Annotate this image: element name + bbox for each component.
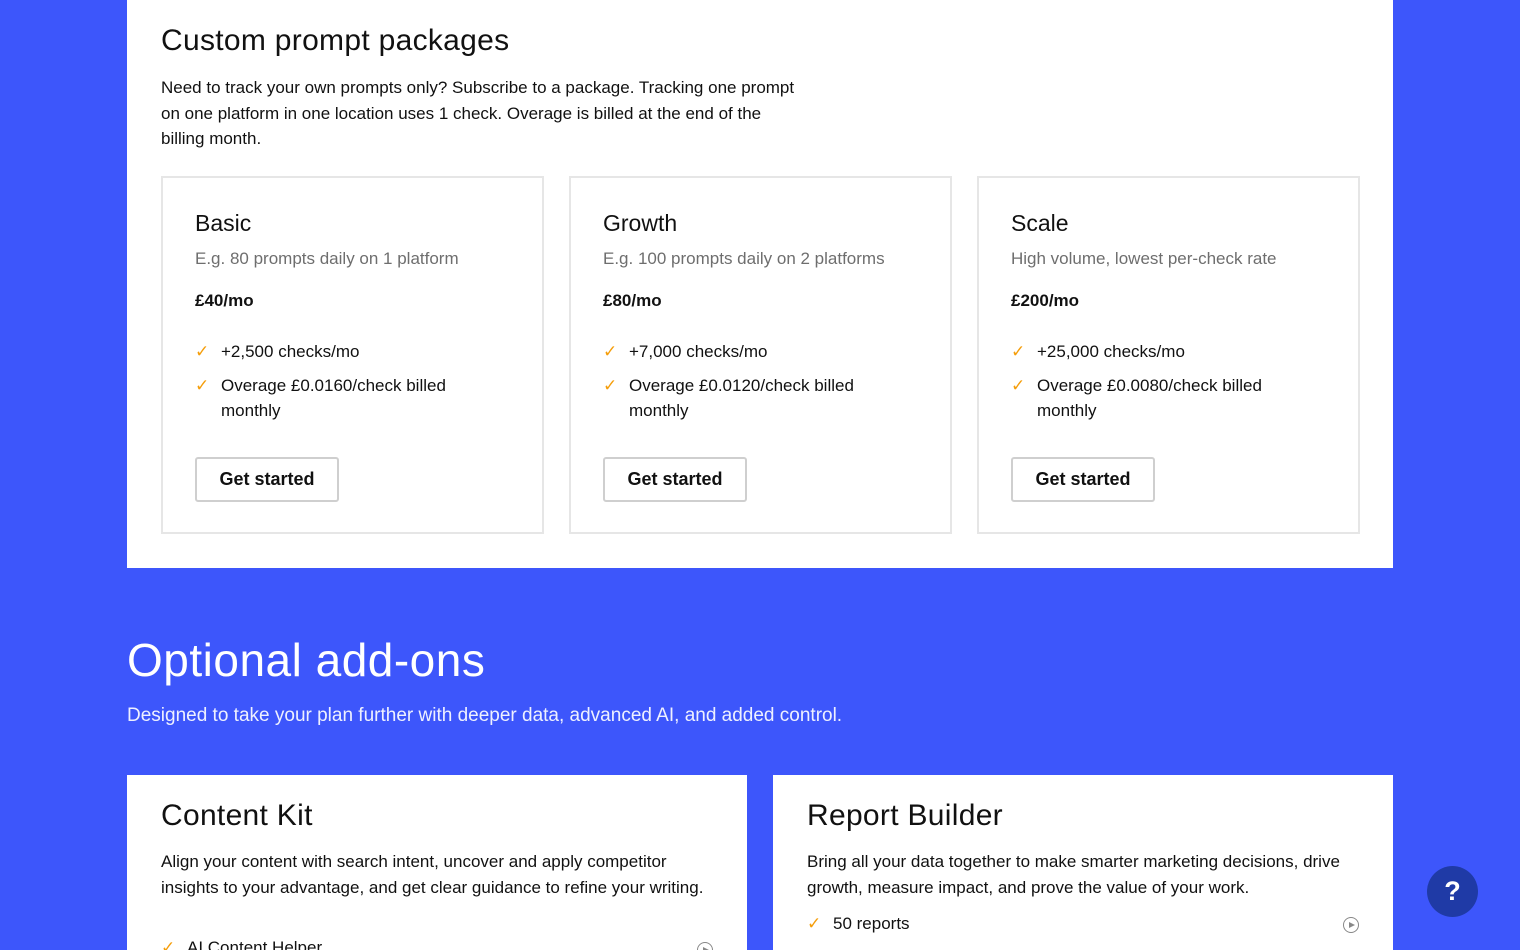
plan-features: ✓ +25,000 checks/mo ✓ Overage £0.0080/chec… (1011, 339, 1311, 432)
check-icon: ✓ (603, 342, 618, 361)
check-icon: ✓ (807, 914, 822, 933)
check-icon: ✓ (1011, 375, 1026, 395)
addons-title: Optional add-ons (127, 634, 486, 686)
play-circle-icon[interactable] (1343, 917, 1359, 933)
plan-name: Growth (603, 210, 678, 236)
get-started-button-growth[interactable]: Get started (603, 457, 747, 502)
addon-name: Content Kit (161, 799, 313, 832)
plan-feature: ✓ Overage £0.0120/check billed monthly (603, 373, 903, 424)
plan-price: £200/mo (1011, 291, 1080, 310)
plan-price: £80/mo (603, 291, 662, 310)
packages-description: Need to track your own prompts only? Sub… (161, 78, 795, 148)
plan-feature-text: Overage £0.0160/check billed monthly (221, 375, 446, 421)
plan-feature: ✓ +25,000 checks/mo (1011, 339, 1311, 365)
plan-name: Basic (195, 210, 252, 236)
plan-feature: ✓ +7,000 checks/mo (603, 339, 903, 365)
help-button[interactable]: ? (1427, 866, 1478, 917)
addon-feature: ✓ AI Content Helper (161, 938, 322, 950)
plan-features: ✓ +2,500 checks/mo ✓ Overage £0.0160/check… (195, 339, 495, 432)
addons-description: Designed to take your plan further with … (127, 705, 843, 726)
packages-panel: Custom prompt packages Need to track you… (127, 0, 1393, 568)
plan-subtitle: High volume, lowest per-check rate (1011, 249, 1277, 268)
addon-card-content-kit: Content Kit Align your content with sear… (127, 775, 747, 950)
plan-subtitle: E.g. 80 prompts daily on 1 platform (195, 249, 459, 268)
plan-feature-text: +7,000 checks/mo (629, 342, 768, 361)
addon-feature-text: AI Content Helper (187, 938, 323, 950)
plan-feature: ✓ Overage £0.0160/check billed monthly (195, 373, 495, 424)
plan-price: £40/mo (195, 291, 254, 310)
plan-feature-text: +2,500 checks/mo (221, 342, 360, 361)
plan-subtitle: E.g. 100 prompts daily on 2 platforms (603, 249, 885, 268)
plan-card-basic: Basic E.g. 80 prompts daily on 1 platfor… (161, 176, 544, 534)
plan-feature-text: +25,000 checks/mo (1037, 342, 1185, 361)
packages-title: Custom prompt packages (161, 24, 510, 57)
addon-description: Bring all your data together to make sma… (807, 852, 1340, 897)
plan-card-growth: Growth E.g. 100 prompts daily on 2 platf… (569, 176, 952, 534)
plan-feature-text: Overage £0.0120/check billed monthly (629, 375, 854, 421)
addon-name: Report Builder (807, 799, 1003, 832)
plan-card-scale: Scale High volume, lowest per-check rate… (977, 176, 1360, 534)
check-icon: ✓ (1011, 342, 1026, 361)
get-started-button-scale[interactable]: Get started (1011, 457, 1155, 502)
addon-description: Align your content with search intent, u… (161, 852, 704, 897)
play-circle-icon[interactable] (697, 942, 713, 950)
plan-feature: ✓ Overage £0.0080/check billed monthly (1011, 373, 1311, 424)
plan-features: ✓ +7,000 checks/mo ✓ Overage £0.0120/check… (603, 339, 903, 432)
check-icon: ✓ (161, 938, 176, 950)
check-icon: ✓ (195, 375, 210, 395)
addon-feature: ✓ 50 reports (807, 914, 910, 934)
question-icon: ? (1444, 876, 1461, 906)
plan-name: Scale (1011, 210, 1069, 236)
check-icon: ✓ (603, 375, 618, 395)
plan-feature-text: Overage £0.0080/check billed monthly (1037, 375, 1262, 421)
addon-card-report-builder: Report Builder Bring all your data toget… (773, 775, 1393, 950)
plan-feature: ✓ +2,500 checks/mo (195, 339, 495, 365)
get-started-button-basic[interactable]: Get started (195, 457, 339, 502)
check-icon: ✓ (195, 342, 210, 361)
addon-feature-text: 50 reports (833, 914, 910, 933)
